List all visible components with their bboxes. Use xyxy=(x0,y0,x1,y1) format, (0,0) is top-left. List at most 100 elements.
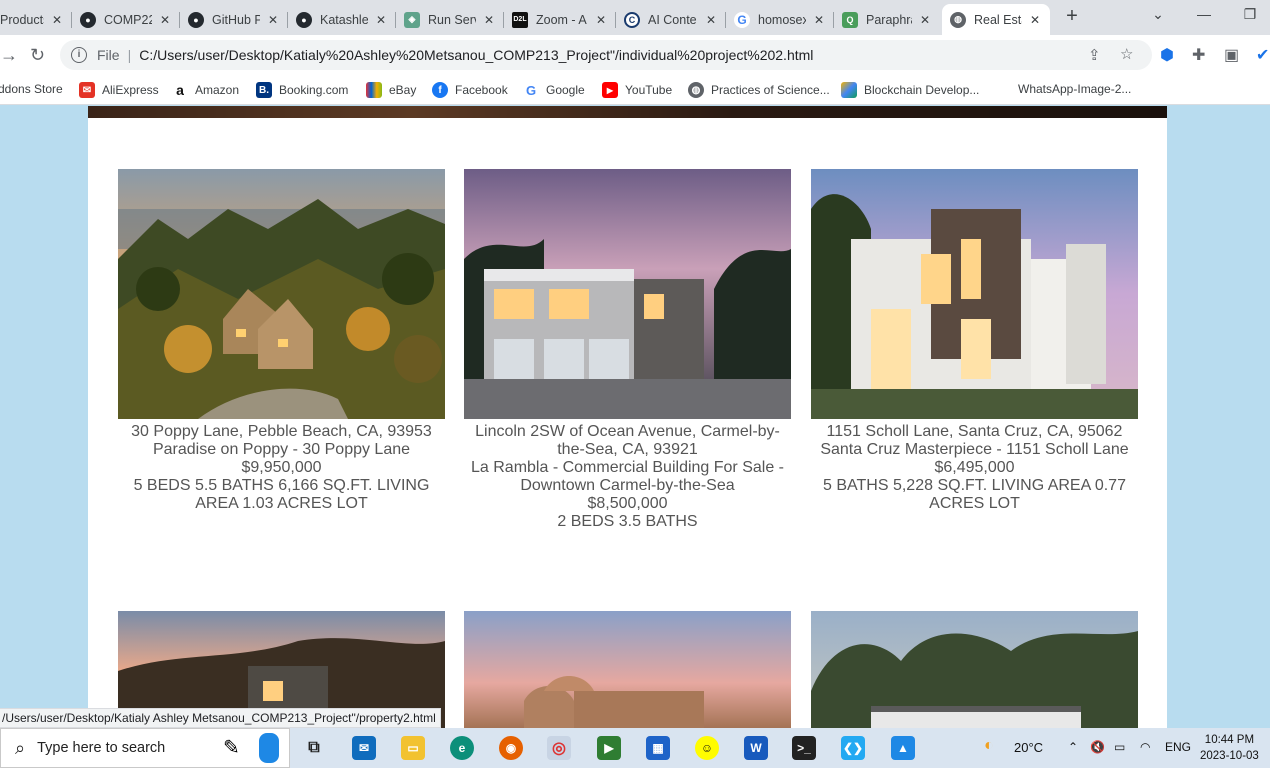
tab-github[interactable]: ● GitHub P ✕ xyxy=(180,4,288,35)
url-text[interactable]: C:/Users/user/Desktop/Katialy%20Ashley%2… xyxy=(139,47,813,63)
close-icon[interactable]: ✕ xyxy=(1028,13,1042,27)
forward-arrow-icon[interactable]: → xyxy=(0,45,18,65)
aliexpress-icon: ✉ xyxy=(79,82,95,98)
tab-search-chevron-icon[interactable]: ⌄ xyxy=(1148,6,1168,23)
tab-label: Zoom - A xyxy=(536,12,587,27)
close-icon[interactable]: ✕ xyxy=(812,13,826,27)
github-icon: ● xyxy=(80,11,96,28)
tab-ai-content[interactable]: C AI Conte ✕ xyxy=(616,4,726,35)
language-indicator[interactable]: ENG xyxy=(1165,740,1191,754)
close-icon[interactable]: ✕ xyxy=(482,13,496,27)
bookmark-label: AliExpress xyxy=(102,83,159,97)
chrome-icon[interactable]: ◎ xyxy=(547,736,571,760)
listing-address: 30 Poppy Lane, Pebble Beach, CA, 93953 xyxy=(131,423,432,440)
wifi-icon[interactable]: ◠ xyxy=(1140,740,1150,754)
listing-card[interactable]: 1151 Scholl Lane, Santa Cruz, CA, 95062 … xyxy=(811,169,1138,513)
info-icon[interactable]: i xyxy=(71,47,87,63)
word-icon[interactable]: W xyxy=(744,736,768,760)
bookmark-youtube[interactable]: ▶ YouTube xyxy=(602,82,672,98)
tab-label: Real Esta xyxy=(974,12,1022,27)
bookmark-amazon[interactable]: a Amazon xyxy=(172,82,239,98)
volume-muted-icon[interactable]: 🔇 xyxy=(1090,740,1105,754)
tab-comp22[interactable]: ● COMP22 ✕ xyxy=(72,4,180,35)
browser-toolbar: → ↻ i File | C:/Users/user/Desktop/Katia… xyxy=(0,35,1270,75)
close-icon[interactable]: ✕ xyxy=(50,13,64,27)
close-icon[interactable]: ✕ xyxy=(374,13,388,27)
tab-katashle[interactable]: ● Katashle ✕ xyxy=(288,4,396,35)
taskbar-search[interactable]: ⌕ Type here to search ✎ xyxy=(0,728,290,768)
store-icon[interactable]: ▦ xyxy=(646,736,670,760)
tray-chevron-icon[interactable]: ⌃ xyxy=(1068,740,1078,754)
tab-label: Paraphra xyxy=(866,12,912,27)
bookmark-label: Facebook xyxy=(455,83,508,97)
bookmark-blockchain[interactable]: Blockchain Develop... xyxy=(841,82,979,98)
tab-google-search[interactable]: G homosex ✕ xyxy=(726,4,834,35)
terminal-icon[interactable]: >_ xyxy=(792,736,816,760)
tab-paraphrase[interactable]: Q Paraphra ✕ xyxy=(834,4,940,35)
ebay-icon xyxy=(366,82,382,98)
mail-icon[interactable]: ✉ xyxy=(352,736,376,760)
close-icon[interactable]: ✕ xyxy=(158,13,172,27)
tab-run-serv[interactable]: ◈ Run Serv ✕ xyxy=(396,4,504,35)
tab-label: Run Serv xyxy=(428,12,476,27)
address-divider: | xyxy=(127,47,132,63)
clock-date: 2023-10-03 xyxy=(1200,750,1259,762)
listing-title: La Rambla - Commercial Building For Sale… xyxy=(471,459,784,494)
extensions-puzzle-icon[interactable]: ✚ xyxy=(1192,45,1205,65)
globe-icon: ◍ xyxy=(688,82,704,98)
edge-icon[interactable]: e xyxy=(450,736,474,760)
scheme-label: File xyxy=(97,47,120,63)
page-viewport[interactable]: 30 Poppy Lane, Pebble Beach, CA, 93953 P… xyxy=(0,106,1270,728)
close-icon[interactable]: ✕ xyxy=(266,13,280,27)
bookmark-addons-store[interactable]: ddons Store xyxy=(0,82,63,96)
listing-card[interactable]: Lincoln 2SW of Ocean Avenue, Carmel-by-t… xyxy=(464,169,791,531)
share-icon[interactable]: ⇪ xyxy=(1088,46,1101,64)
listing-photo-row2-2[interactable] xyxy=(464,611,791,728)
bookmark-practices-of-science[interactable]: ◍ Practices of Science... xyxy=(688,82,830,98)
listing-card[interactable]: 30 Poppy Lane, Pebble Beach, CA, 93953 P… xyxy=(118,169,445,513)
bookmark-facebook[interactable]: f Facebook xyxy=(432,82,508,98)
close-icon[interactable]: ✕ xyxy=(594,13,608,27)
listing-title: Santa Cruz Masterpiece - 1151 Scholl Lan… xyxy=(820,441,1129,458)
bookmark-label: Blockchain Develop... xyxy=(864,83,980,97)
new-tab-button[interactable]: + xyxy=(1062,6,1082,26)
battery-icon[interactable]: ▭ xyxy=(1114,740,1125,754)
firefox-icon[interactable]: ◉ xyxy=(499,736,523,760)
weather-icon[interactable]: ◐ xyxy=(984,737,994,755)
task-view-icon[interactable]: ⧉ xyxy=(302,736,326,760)
replit-icon: ◈ xyxy=(404,11,420,28)
close-icon[interactable]: ✕ xyxy=(918,13,932,27)
tab-zoom[interactable]: D2L Zoom - A ✕ xyxy=(504,4,616,35)
reload-icon[interactable]: ↻ xyxy=(30,45,45,65)
photos-icon[interactable]: ▲ xyxy=(891,736,915,760)
verified-extension-icon[interactable]: ✔ xyxy=(1256,45,1269,65)
vscode-icon[interactable]: ❮❯ xyxy=(841,736,865,760)
weather-temperature[interactable]: 20°C xyxy=(1014,740,1043,755)
listing-photo-row2-3[interactable] xyxy=(811,611,1138,728)
listing-photo-scholl-lane[interactable] xyxy=(811,169,1138,419)
listing-photo-la-rambla[interactable] xyxy=(464,169,791,419)
tab-real-estate[interactable]: ◍ Real Esta ✕ xyxy=(942,4,1050,35)
bookmark-aliexpress[interactable]: ✉ AliExpress xyxy=(79,82,159,98)
bookmark-whatsapp-image[interactable]: WhatsApp-Image-2... xyxy=(1018,82,1131,96)
close-icon[interactable]: ✕ xyxy=(704,13,718,27)
google-icon: G xyxy=(523,82,539,98)
shield-extension-icon[interactable]: ⬢ xyxy=(1160,45,1174,65)
bookmark-booking[interactable]: B. Booking.com xyxy=(256,82,348,98)
listing-photo-poppy-lane[interactable] xyxy=(118,169,445,419)
side-panel-icon[interactable]: ▣ xyxy=(1224,45,1239,65)
media-player-icon[interactable]: ▶ xyxy=(597,736,621,760)
tab-products[interactable]: Products ✕ xyxy=(0,4,72,35)
github-icon: ● xyxy=(188,11,204,28)
search-placeholder: Type here to search xyxy=(37,740,166,756)
bookmark-star-icon[interactable]: ☆ xyxy=(1120,45,1133,63)
address-bar[interactable]: i File | C:/Users/user/Desktop/Katialy%2… xyxy=(60,40,1152,70)
restore-button[interactable]: ❐ xyxy=(1240,6,1260,23)
snapchat-icon[interactable]: ☺ xyxy=(695,736,719,760)
bookmark-ebay[interactable]: eBay xyxy=(366,82,416,98)
minimize-button[interactable]: — xyxy=(1194,6,1214,22)
amazon-icon: a xyxy=(172,82,188,98)
file-explorer-icon[interactable]: ▭ xyxy=(401,736,425,760)
system-clock[interactable]: 10:44 PM 2023-10-03 xyxy=(1200,732,1259,764)
bookmark-google[interactable]: G Google xyxy=(523,82,585,98)
